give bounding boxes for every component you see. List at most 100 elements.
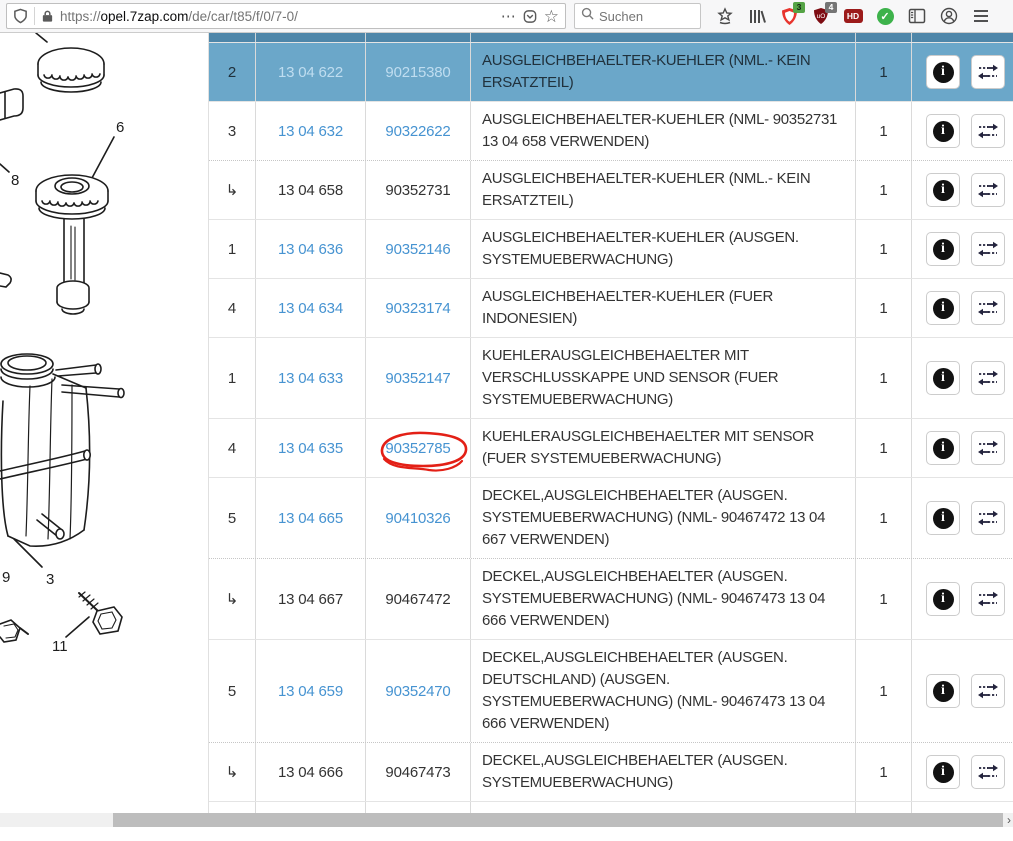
pocket-icon[interactable] [522,9,538,24]
swap-button[interactable] [971,114,1005,148]
catalog-number-cell: 90352147 [366,338,471,418]
catalog-number: 90352731 [385,182,450,199]
description-cell: DECKEL,AUSGLEICHBEHAELTER (AUSGEN. SYSTE… [471,743,856,801]
actions-cell: i [912,640,1013,742]
swap-button[interactable] [971,173,1005,207]
catalog-number-cell: 90352470 [366,640,471,742]
search-box[interactable] [574,3,701,29]
antivirus-check-icon[interactable]: ✓ [875,6,895,26]
account-icon[interactable] [939,6,959,26]
catalog-number-link[interactable]: 90215380 [381,62,454,83]
swap-button[interactable] [971,55,1005,89]
part-number-link[interactable]: 13 04 636 [256,220,366,278]
page-actions-icon[interactable]: ⋯ [501,9,516,24]
library-icon[interactable] [747,6,767,26]
catalog-number-link[interactable]: 90352470 [381,681,454,702]
url-domain: opel.7zap.com [101,9,189,24]
swap-arrows-icon [977,182,999,198]
info-button[interactable]: i [926,361,960,395]
catalog-number-link[interactable]: 90322622 [381,121,454,142]
menu-icon[interactable] [971,6,991,26]
swap-arrows-icon [977,683,999,699]
position-cell: 5 [209,640,256,742]
swap-button[interactable] [971,582,1005,616]
table-row: 2 13 04 622 90215380 AUSGLEICHBEHAELTER-… [209,42,1013,101]
part-number-link[interactable]: 13 04 634 [256,279,366,337]
svg-text:uO: uO [817,13,826,20]
info-icon: i [933,762,954,783]
description-cell: KUEHLERAUSGLEICHBEHAELTER MIT SENSOR (FU… [471,419,856,477]
actions-cell: i [912,161,1013,219]
info-button[interactable]: i [926,55,960,89]
catalog-number-cell: 90215380 [366,43,471,101]
parts-table-body: 2 13 04 622 90215380 AUSGLEICHBEHAELTER-… [209,42,1013,827]
catalog-number-link[interactable]: 90352785 [381,438,454,459]
part-number-link[interactable]: 13 04 633 [256,338,366,418]
catalog-number-cell: 90323174 [366,279,471,337]
info-icon: i [933,298,954,319]
catalog-number-link[interactable]: 90323174 [381,298,454,319]
horizontal-scrollbar[interactable]: › [0,813,1013,827]
actions-cell: i [912,102,1013,160]
search-input[interactable] [599,9,679,24]
part-number-link[interactable]: 13 04 632 [256,102,366,160]
scrollbar-thumb[interactable] [113,813,1003,827]
swap-button[interactable] [971,755,1005,789]
catalog-number-link[interactable]: 90352146 [381,239,454,260]
table-row: 4 13 04 634 90323174 AUSGLEICHBEHAELTER-… [209,278,1013,337]
swap-button[interactable] [971,501,1005,535]
info-button[interactable]: i [926,431,960,465]
info-button[interactable]: i [926,114,960,148]
part-number-link[interactable]: 13 04 659 [256,640,366,742]
catalog-number-link: 90467473 [381,762,454,783]
ublock-shield-icon[interactable]: uO 4 [811,6,831,26]
info-icon: i [933,368,954,389]
lock-icon[interactable] [41,9,54,23]
diagram-label-6: 6 [116,119,124,136]
swap-button[interactable] [971,291,1005,325]
swap-arrows-icon [977,370,999,386]
info-button[interactable]: i [926,173,960,207]
swap-button[interactable] [971,431,1005,465]
adblock-badge: 3 [793,2,805,13]
swap-button[interactable] [971,674,1005,708]
diagram-label-8: 8 [11,172,19,189]
quantity-cell: 1 [856,640,912,742]
description-cell: AUSGLEICHBEHAELTER-KUEHLER (AUSGEN. SYST… [471,220,856,278]
swap-button[interactable] [971,361,1005,395]
table-row: 4 13 04 635 90352785 KUEHLERAUSGLEICHBEH… [209,418,1013,477]
actions-cell: i [912,559,1013,639]
scrollbar-right-arrow[interactable]: › [1007,813,1011,827]
hd-extension-icon[interactable]: HD [843,6,863,26]
swap-button[interactable] [971,232,1005,266]
info-icon: i [933,239,954,260]
catalog-number: 90352785 [385,440,450,457]
info-icon: i [933,681,954,702]
info-button[interactable]: i [926,755,960,789]
catalog-number-link[interactable]: 90410326 [381,508,454,529]
info-button[interactable]: i [926,582,960,616]
quantity-cell: 1 [856,279,912,337]
part-number-link[interactable]: 13 04 622 [256,43,366,101]
info-button[interactable]: i [926,501,960,535]
info-icon: i [933,438,954,459]
adblock-shield-icon[interactable]: 3 [779,6,799,26]
info-button[interactable]: i [926,232,960,266]
part-number-link[interactable]: 13 04 635 [256,419,366,477]
bookmark-star-icon[interactable]: ☆ [544,8,559,25]
info-button[interactable]: i [926,674,960,708]
info-button[interactable]: i [926,291,960,325]
swap-arrows-icon [977,510,999,526]
part-number-link[interactable]: 13 04 665 [256,478,366,558]
table-row: ↳ 13 04 666 90467473 DECKEL,AUSGLEICHBEH… [209,742,1013,801]
url-text[interactable]: https://opel.7zap.com/de/car/t85/f/0/7-0… [60,9,495,24]
tracking-protection-shield-icon[interactable] [13,8,28,24]
bookmarks-menu-star-icon[interactable] [715,6,735,26]
position-cell: 1 [209,338,256,418]
catalog-number-link[interactable]: 90352147 [381,368,454,389]
parts-diagram[interactable]: 6 8 9 3 11 [0,33,208,827]
url-bar[interactable]: https://opel.7zap.com/de/car/t85/f/0/7-0… [6,3,566,29]
position-cell: ↳ [209,743,256,801]
sidebar-icon[interactable] [907,6,927,26]
catalog-number-cell: 90410326 [366,478,471,558]
